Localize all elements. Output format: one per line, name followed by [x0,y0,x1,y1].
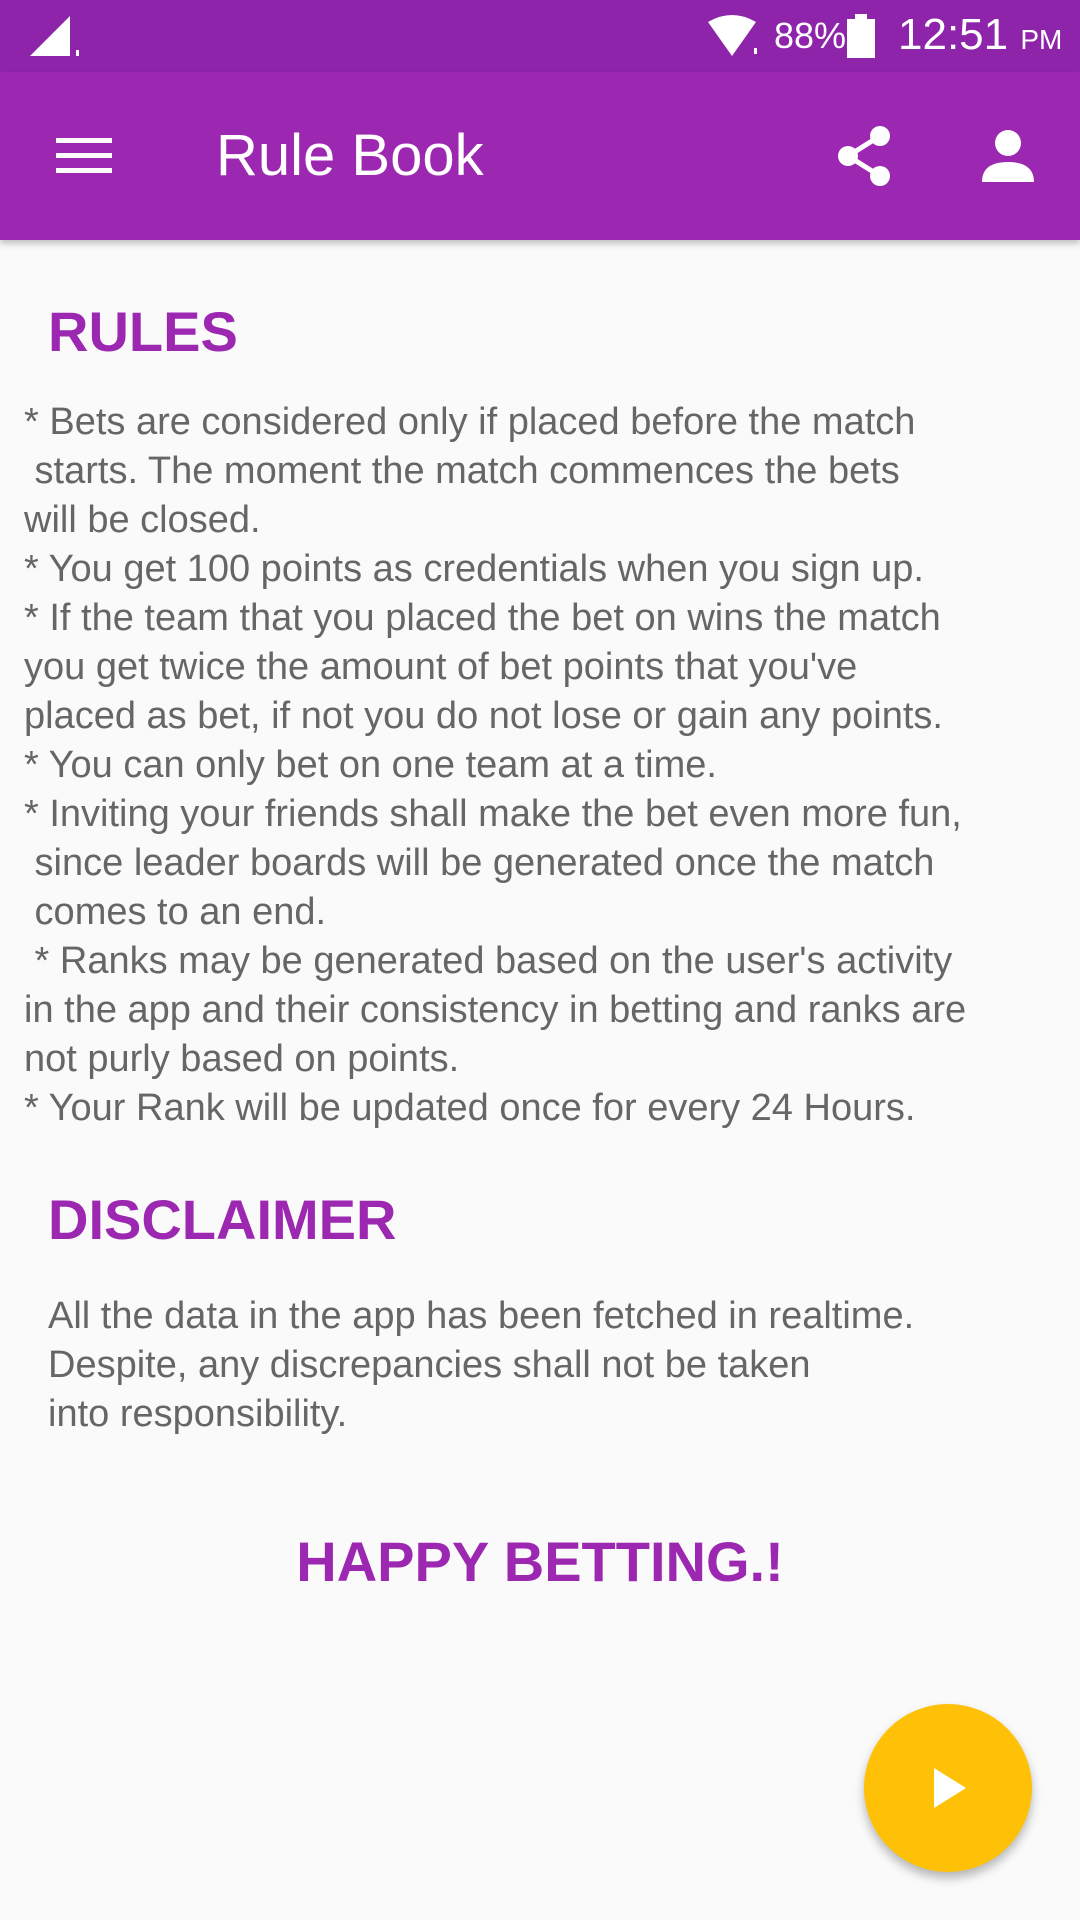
clock-ampm: PM [1020,24,1063,55]
share-icon [838,126,890,186]
share-button[interactable] [822,114,906,198]
rule-book-screen: 88% 12:51 PM Rule Book RULES * Bets are … [0,0,1080,1920]
rule-line: * You get 100 points as credentials when… [24,548,924,590]
menu-icon [56,138,112,173]
status-clock: 12:51 PM [898,10,1062,65]
disclaimer-heading: DISCLAIMER [48,1188,397,1251]
rule-line: since leader boards will be generated on… [24,842,935,884]
rule-line: not purly based on points. [24,1038,460,1080]
battery-percent: 88% [774,15,847,56]
play-fab-button[interactable] [864,1704,1032,1872]
page-title: Rule Book [216,123,484,188]
clock-time: 12:51 [898,10,1009,59]
rule-line: * Inviting your friends shall make the b… [24,793,962,835]
disclaimer-text: All the data in the app has been fetched… [48,1292,1048,1439]
status-bar: 88% 12:51 PM [0,0,1080,72]
rules-heading: RULES [48,300,238,363]
wifi-icon [708,15,757,56]
rule-line: in the app and their consistency in bett… [24,989,967,1031]
disclaimer-line: Despite, any discrepancies shall not be … [48,1344,811,1386]
rule-line: comes to an end. [24,891,327,933]
rule-line: placed as bet, if not you do not lose or… [24,695,943,737]
play-icon [934,1768,966,1808]
rule-line: * If the team that you placed the bet on… [24,597,941,639]
app-bar: Rule Book [0,72,1080,240]
disclaimer-line: into responsibility. [48,1393,348,1435]
rule-line: * Ranks may be generated based on the us… [24,940,953,982]
menu-button[interactable] [36,114,132,198]
rule-line: * You can only bet on one team at a time… [24,744,717,786]
account-icon [982,130,1034,182]
disclaimer-line: All the data in the app has been fetched… [48,1295,915,1337]
rule-line: * Bets are considered only if placed bef… [24,401,916,443]
account-button[interactable] [966,114,1050,198]
battery-icon [847,14,875,58]
closing-message: HAPPY BETTING.! [296,1530,784,1593]
rule-line: will be closed. [24,499,261,541]
rule-line: * Your Rank will be updated once for eve… [24,1087,916,1129]
rules-text: * Bets are considered only if placed bef… [24,398,1064,1133]
rule-line: you get twice the amount of bet points t… [24,646,858,688]
rule-line: starts. The moment the match commences t… [24,450,900,492]
signal-icon [30,16,79,56]
